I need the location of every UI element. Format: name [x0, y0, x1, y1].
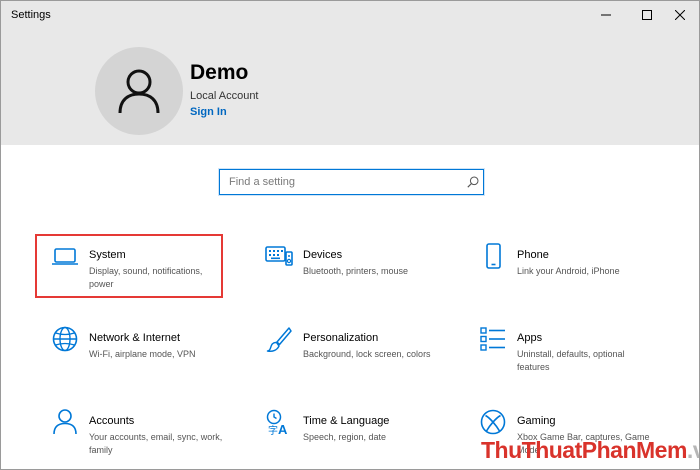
tile-description: Speech, region, date: [303, 432, 387, 442]
maximize-button[interactable]: [630, 1, 664, 29]
minimize-button[interactable]: [589, 1, 623, 29]
watermark: ThuThuatPhanMem.vn: [481, 437, 699, 464]
search-icon: [467, 176, 479, 188]
tile-accounts[interactable]: Accounts Your accounts, email, sync, wor…: [37, 402, 237, 462]
keyboard-icon: [265, 246, 293, 266]
profile-header: Demo Local Account Sign In: [1, 29, 699, 145]
tile-description: Background, lock screen, colors: [303, 349, 431, 359]
tile-name: Accounts: [89, 415, 135, 427]
tile-system[interactable]: System Display, sound, notifications, po…: [35, 234, 223, 298]
search-input[interactable]: [220, 170, 460, 194]
tile-name: Phone: [517, 249, 549, 261]
laptop-icon: [52, 248, 78, 265]
tile-name: Personalization: [303, 332, 379, 344]
time-language-icon: A 字: [266, 409, 288, 436]
tile-description: Bluetooth, printers, mouse: [303, 266, 409, 276]
window-title: Settings: [11, 9, 51, 21]
phone-icon: [486, 243, 501, 269]
minimize-icon: [601, 14, 611, 16]
tile-description: Uninstall, defaults, optional features: [517, 349, 625, 372]
avatar[interactable]: [95, 47, 183, 135]
watermark-part-3: PhanMem: [581, 437, 688, 463]
tile-name: System: [89, 249, 126, 261]
globe-icon: [52, 326, 78, 352]
tile-devices[interactable]: Devices Bluetooth, printers, mouse: [251, 236, 451, 296]
xbox-icon: [480, 409, 506, 435]
sign-in-link[interactable]: Sign In: [190, 106, 227, 118]
settings-window: Settings Demo Local Account Sign In Find…: [0, 0, 700, 470]
tile-description: Link your Android, iPhone: [517, 266, 620, 276]
tile-description: Display, sound, notifications, power: [89, 266, 203, 289]
tile-phone[interactable]: Phone Link your Android, iPhone: [465, 236, 665, 296]
close-icon: [675, 10, 685, 20]
watermark-part-4: .vn: [686, 437, 699, 463]
watermark-part-2: Thuat: [521, 437, 583, 463]
tile-apps[interactable]: Apps Uninstall, defaults, optional featu…: [465, 319, 665, 379]
watermark-part-1: Thu: [481, 437, 522, 463]
brush-icon: [266, 327, 292, 353]
close-button[interactable]: [663, 1, 697, 29]
tile-name: Network & Internet: [89, 332, 181, 344]
tile-name: Devices: [303, 249, 343, 261]
user-name: Demo: [190, 61, 249, 84]
tile-description: Your accounts, email, sync, work, family: [89, 432, 223, 455]
tile-name: Apps: [517, 332, 543, 344]
apps-list-icon: [480, 327, 505, 351]
title-bar: Settings: [1, 1, 699, 29]
tile-name: Gaming: [517, 415, 556, 427]
user-avatar-icon: [118, 69, 160, 114]
account-type: Local Account: [190, 90, 259, 102]
svg-text:字: 字: [268, 424, 278, 436]
tile-description: Wi-Fi, airplane mode, VPN: [89, 349, 196, 359]
svg-text:A: A: [278, 422, 288, 436]
tile-time-language[interactable]: A 字 Time & Language Speech, region, date: [251, 402, 451, 462]
search-box[interactable]: [219, 169, 484, 195]
tile-network-internet[interactable]: Network & Internet Wi-Fi, airplane mode,…: [37, 319, 237, 379]
person-icon: [53, 409, 77, 435]
maximize-icon: [642, 10, 652, 20]
tile-name: Time & Language: [303, 415, 390, 427]
tile-personalization[interactable]: Personalization Background, lock screen,…: [251, 319, 451, 379]
